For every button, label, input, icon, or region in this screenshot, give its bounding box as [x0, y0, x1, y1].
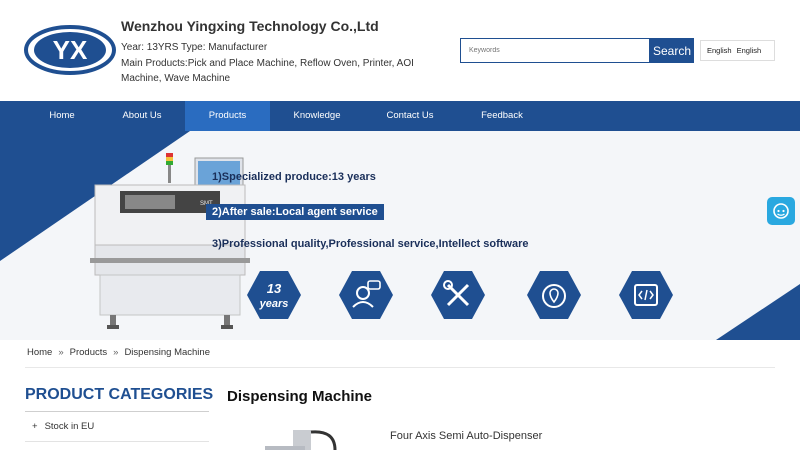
- category-label: Stock in EU: [44, 421, 95, 432]
- breadcrumb-products[interactable]: Products: [70, 347, 108, 358]
- company-main-products: Main Products:Pick and Place Machine, Re…: [121, 57, 414, 85]
- tools-icon: [431, 271, 485, 319]
- code-icon: [619, 271, 673, 319]
- categories-divider: [25, 411, 209, 412]
- company-name: Wenzhou Yingxing Technology Co.,Ltd: [121, 18, 379, 34]
- nav-home[interactable]: Home: [22, 101, 102, 131]
- nav-knowledge[interactable]: Knowledge: [276, 101, 358, 131]
- nav-about-us[interactable]: About Us: [102, 101, 182, 131]
- breadcrumb-home[interactable]: Home: [27, 347, 52, 358]
- language-label: English: [707, 46, 732, 55]
- product-name[interactable]: Four Axis Semi Auto-Dispenser: [390, 430, 542, 442]
- site-header: YX Wenzhou Yingxing Technology Co.,Ltd Y…: [0, 0, 800, 101]
- breadcrumb-separator: »: [113, 347, 119, 358]
- language-value: English: [736, 46, 762, 55]
- category-divider: [25, 441, 209, 442]
- company-meta: Year: 13YRS Type: Manufacturer Main Prod…: [121, 40, 451, 87]
- breadcrumb-divider: [25, 367, 775, 368]
- product-categories-title: PRODUCT CATEGORIES: [25, 386, 214, 403]
- svg-text:years: years: [259, 298, 289, 310]
- product-thumbnail[interactable]: [265, 424, 340, 450]
- language-selector[interactable]: English English: [700, 40, 775, 61]
- banner-feature-quality: 3)Professional quality,Professional serv…: [212, 238, 529, 250]
- svg-text:13: 13: [267, 281, 282, 296]
- svg-text:YX: YX: [53, 35, 88, 65]
- banner-decoration-right: [716, 284, 800, 340]
- years-badge: 13 years: [247, 271, 301, 319]
- category-item-stock-in-eu[interactable]: + Stock in EU: [32, 421, 94, 432]
- customer-service-icon: [773, 203, 789, 219]
- company-logo[interactable]: YX: [24, 24, 116, 76]
- main-nav: Home About Us Products Knowledge Contact…: [0, 101, 800, 131]
- location-icon: [527, 271, 581, 319]
- company-year-type: Year: 13YRS Type: Manufacturer: [121, 42, 268, 53]
- breadcrumb-current: Dispensing Machine: [124, 347, 210, 358]
- expand-plus-icon[interactable]: +: [32, 421, 38, 432]
- breadcrumb-separator: »: [58, 347, 64, 358]
- hero-banner[interactable]: SMT 1)Specialized produce:13 years 2)Aft…: [0, 131, 800, 340]
- nav-contact-us[interactable]: Contact Us: [369, 101, 451, 131]
- banner-feature-years: 1)Specialized produce:13 years: [212, 171, 376, 183]
- nav-products[interactable]: Products: [185, 101, 270, 131]
- breadcrumb: Home » Products » Dispensing Machine: [27, 347, 210, 358]
- nav-feedback[interactable]: Feedback: [461, 101, 543, 131]
- search-button[interactable]: Search: [650, 38, 694, 63]
- search-input[interactable]: [460, 38, 650, 63]
- headset-icon: [339, 271, 393, 319]
- page-title: Dispensing Machine: [227, 388, 373, 405]
- online-service-button[interactable]: [767, 197, 795, 225]
- banner-feature-after-sale: 2)After sale:Local agent service: [206, 204, 384, 220]
